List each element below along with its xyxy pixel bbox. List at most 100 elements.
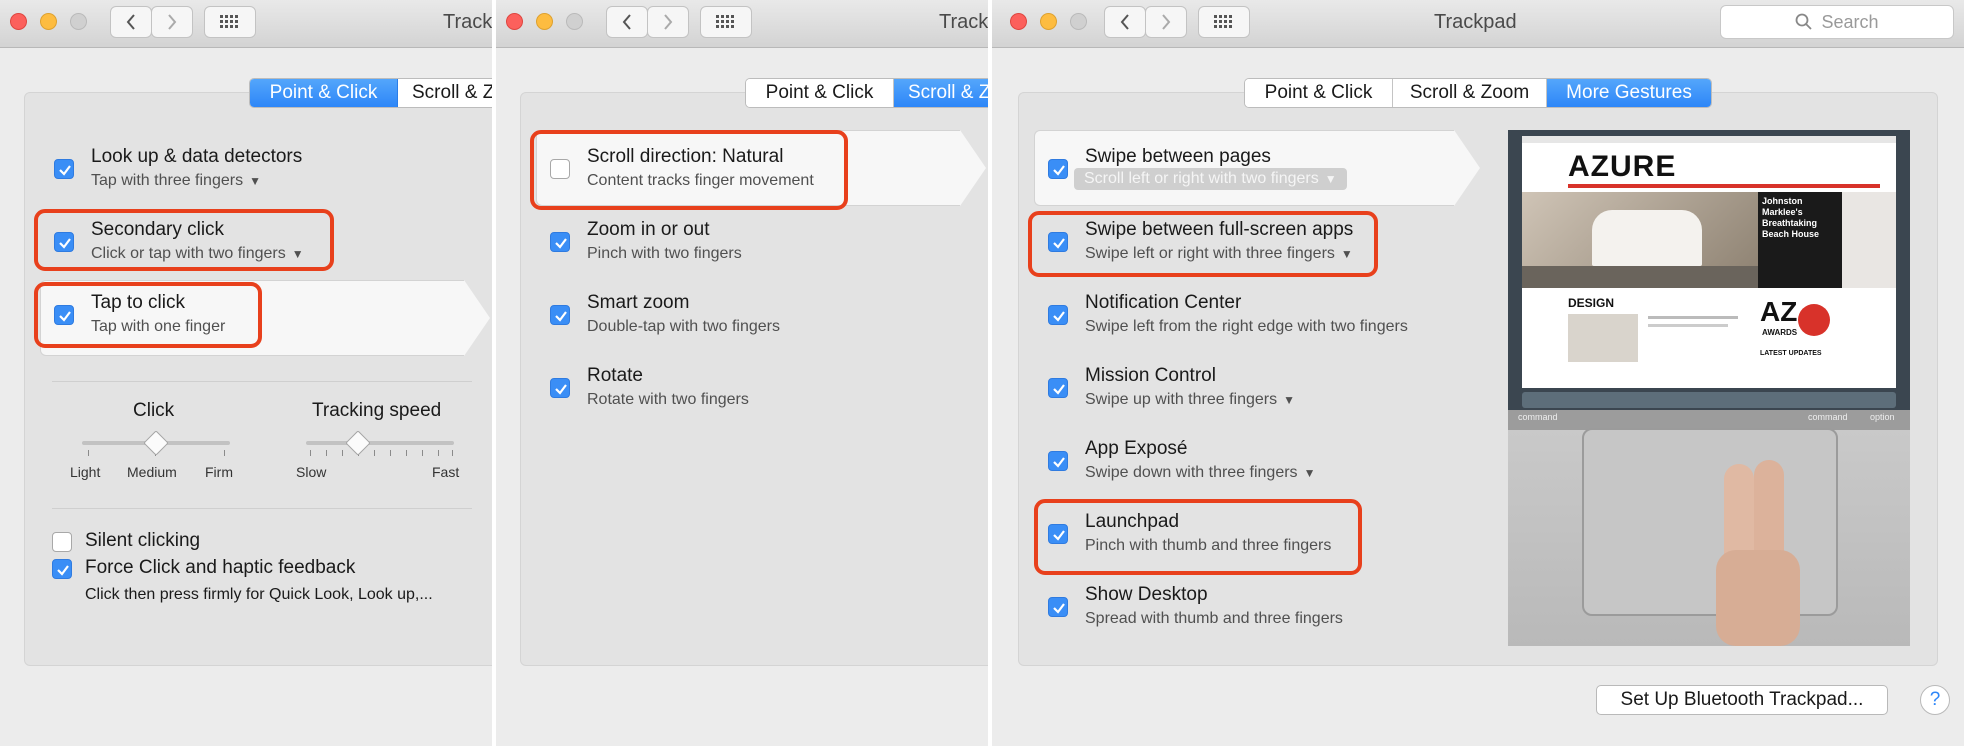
divider bbox=[52, 381, 472, 382]
tracking-slider-track[interactable] bbox=[306, 441, 454, 445]
option-subtitle: Swipe down with three fingers bbox=[1085, 464, 1298, 481]
back-button[interactable] bbox=[1104, 6, 1146, 38]
checkbox[interactable] bbox=[550, 378, 570, 398]
option-subtitle: Click or tap with two fingers bbox=[91, 245, 286, 262]
checkmark-icon bbox=[1053, 311, 1065, 322]
zoom-button[interactable] bbox=[566, 13, 583, 30]
option-title: Zoom in or out bbox=[587, 219, 710, 240]
zoom-button[interactable] bbox=[1070, 13, 1087, 30]
option-subtitle: Pinch with thumb and three fingers bbox=[1085, 537, 1332, 554]
checkbox[interactable] bbox=[1048, 232, 1068, 252]
option-subtitle-dropdown[interactable]: Swipe up with three fingers ▼ bbox=[1085, 391, 1295, 409]
titlebar: Trackpad Search bbox=[992, 0, 1964, 48]
tab-scroll-zoom[interactable]: Scroll & Z bbox=[398, 79, 492, 107]
close-button[interactable] bbox=[1010, 13, 1027, 30]
window-title: Trackpad bbox=[1434, 11, 1517, 33]
slider-tick bbox=[342, 450, 343, 456]
option-subtitle-dropdown[interactable]: Scroll left or right with two fingers ▼ bbox=[1074, 168, 1347, 190]
checkbox[interactable] bbox=[1048, 378, 1068, 398]
section-label: DESIGN bbox=[1568, 296, 1615, 310]
checkbox[interactable] bbox=[1048, 451, 1068, 471]
hero-side bbox=[1842, 192, 1896, 288]
setup-bluetooth-trackpad-button[interactable]: Set Up Bluetooth Trackpad... bbox=[1596, 685, 1888, 715]
checkbox[interactable] bbox=[52, 532, 72, 552]
awards-sub: AWARDS bbox=[1762, 328, 1798, 337]
titlebar: Trackp bbox=[496, 0, 988, 48]
option-title: Scroll direction: Natural bbox=[587, 146, 784, 167]
option-title: Mission Control bbox=[1085, 365, 1216, 386]
option-subtitle-dropdown[interactable]: Swipe down with three fingers ▼ bbox=[1085, 464, 1315, 482]
minimize-button[interactable] bbox=[1040, 13, 1057, 30]
tracking-slider-label: Tracking speed bbox=[312, 400, 442, 421]
tab-more-gestures[interactable]: More Gestures bbox=[1547, 79, 1711, 107]
checkbox[interactable] bbox=[54, 305, 74, 325]
option-subtitle: Swipe left from the right edge with two … bbox=[1085, 318, 1408, 335]
close-button[interactable] bbox=[10, 13, 27, 30]
option-subtitle: Swipe left or right with three fingers bbox=[1085, 245, 1335, 262]
checkmark-icon bbox=[555, 238, 567, 249]
zoom-button[interactable] bbox=[70, 13, 87, 30]
checkmark-icon bbox=[555, 311, 567, 322]
close-button[interactable] bbox=[506, 13, 523, 30]
show-all-button[interactable] bbox=[204, 6, 256, 38]
grid-icon bbox=[1214, 15, 1232, 28]
window-title: Trackp bbox=[939, 11, 988, 33]
minimize-button[interactable] bbox=[40, 13, 57, 30]
checkmark-icon bbox=[1053, 457, 1065, 468]
forward-button[interactable] bbox=[1145, 6, 1187, 38]
awards-badge: AZ bbox=[1760, 296, 1798, 327]
show-all-button[interactable] bbox=[1198, 6, 1250, 38]
slider-tick bbox=[390, 450, 391, 456]
article-thumb bbox=[1568, 314, 1638, 362]
option-title: Secondary click bbox=[91, 219, 225, 240]
slider-tick bbox=[406, 450, 407, 456]
selected-row-bubble bbox=[536, 130, 960, 206]
keyboard-row: command command option bbox=[1508, 410, 1910, 430]
option-subtitle-dropdown[interactable]: Click or tap with two fingers ▼ bbox=[91, 245, 304, 263]
checkbox[interactable] bbox=[1048, 159, 1068, 179]
tab-scroll-zoom[interactable]: Scroll & Zoom bbox=[1393, 79, 1547, 107]
click-slider-label: Click bbox=[133, 400, 175, 421]
back-button[interactable] bbox=[606, 6, 648, 38]
option-subtitle: Content tracks finger movement bbox=[587, 172, 814, 189]
tab-scroll-zoom[interactable]: Scroll & Z bbox=[894, 79, 988, 107]
option-title: Look up & data detectors bbox=[91, 146, 303, 167]
forward-button[interactable] bbox=[151, 6, 193, 38]
search-field[interactable]: Search bbox=[1720, 5, 1954, 39]
option-title: Force Click and haptic feedback bbox=[85, 557, 356, 578]
click-slider-min: Light bbox=[70, 464, 101, 480]
checkbox[interactable] bbox=[52, 559, 72, 579]
checkbox[interactable] bbox=[54, 159, 74, 179]
option-title: Show Desktop bbox=[1085, 584, 1208, 605]
checkmark-icon bbox=[1053, 238, 1065, 249]
dock bbox=[1522, 392, 1896, 408]
option-title: Notification Center bbox=[1085, 292, 1242, 313]
checkbox[interactable] bbox=[1048, 524, 1068, 544]
option-subtitle: Scroll left or right with two fingers bbox=[1084, 170, 1319, 187]
checkbox[interactable] bbox=[550, 232, 570, 252]
checkmark-icon bbox=[1053, 530, 1065, 541]
tab-point-click[interactable]: Point & Click bbox=[250, 79, 398, 107]
tab-point-click[interactable]: Point & Click bbox=[1245, 79, 1393, 107]
option-subtitle: Swipe up with three fingers bbox=[1085, 391, 1278, 408]
help-button[interactable]: ? bbox=[1920, 685, 1950, 715]
forward-button[interactable] bbox=[647, 6, 689, 38]
back-button[interactable] bbox=[110, 6, 152, 38]
chevron-left-icon bbox=[1120, 14, 1129, 30]
checkbox[interactable] bbox=[54, 232, 74, 252]
minimize-button[interactable] bbox=[536, 13, 553, 30]
click-slider-max: Firm bbox=[205, 464, 233, 480]
checkbox[interactable] bbox=[550, 305, 570, 325]
window-point-click: Track Point & Click Scroll & Z Look up &… bbox=[0, 0, 492, 746]
chevron-down-icon: ▼ bbox=[249, 174, 261, 188]
checkbox[interactable] bbox=[550, 159, 570, 179]
checkbox[interactable] bbox=[1048, 597, 1068, 617]
option-subtitle-dropdown[interactable]: Swipe left or right with three fingers ▼ bbox=[1085, 245, 1353, 263]
tab-point-click[interactable]: Point & Click bbox=[746, 79, 894, 107]
option-subtitle: Double-tap with two fingers bbox=[587, 318, 780, 335]
tab-bar: Point & Click Scroll & Z bbox=[249, 78, 492, 108]
show-all-button[interactable] bbox=[700, 6, 752, 38]
option-subtitle-dropdown[interactable]: Tap with three fingers ▼ bbox=[91, 172, 261, 190]
chevron-down-icon: ▼ bbox=[1303, 466, 1316, 480]
checkbox[interactable] bbox=[1048, 305, 1068, 325]
